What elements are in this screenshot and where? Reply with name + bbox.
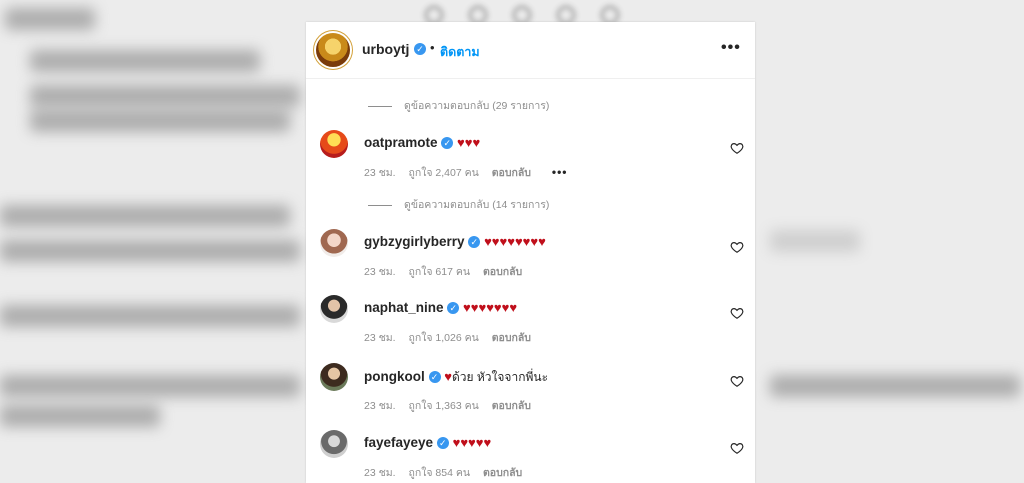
comment-item: oatpramote ✓ ♥♥♥ 23 ชม. ถูกใจ 2,407 คน ต… [306, 130, 755, 190]
verified-badge-icon: ✓ [414, 43, 426, 55]
comment-likes[interactable]: ถูกใจ 854 คน [408, 467, 470, 479]
blurred-text [30, 110, 290, 132]
comment-item: naphat_nine ✓ ♥♥♥♥♥♥♥ 23 ชม. ถูกใจ 1,026… [306, 295, 755, 355]
commenter-avatar[interactable] [320, 430, 348, 458]
author-avatar[interactable] [316, 33, 350, 67]
comment-likes[interactable]: ถูกใจ 1,026 คน [408, 332, 478, 344]
comment-likes[interactable]: ถูกใจ 617 คน [408, 266, 470, 278]
blurred-text [0, 205, 290, 227]
reply-button[interactable]: ตอบกลับ [483, 266, 522, 278]
comments-panel: urboytj ✓ • ติดตาม ••• ดูข้อความตอบกลับ … [306, 22, 755, 483]
commenter-username[interactable]: oatpramote [364, 135, 438, 150]
like-heart-icon[interactable] [730, 441, 744, 455]
comment-time: 23 ชม. [364, 400, 396, 412]
comment-hearts: ♥♥♥♥♥♥♥ [463, 300, 518, 315]
comment-text: ด้วย หัวใจจากพี่นะ [452, 370, 549, 384]
like-heart-icon[interactable] [730, 141, 744, 155]
blurred-text [770, 230, 860, 252]
commenter-avatar[interactable] [320, 229, 348, 257]
like-heart-icon[interactable] [730, 240, 744, 254]
comment-time: 23 ชม. [364, 266, 396, 278]
divider-line [368, 105, 392, 107]
commenter-avatar[interactable] [320, 295, 348, 323]
author-username[interactable]: urboytj [362, 41, 409, 57]
comment-time: 23 ชม. [364, 167, 396, 179]
comment-item: fayefayeye ✓ ♥♥♥♥♥ 23 ชม. ถูกใจ 854 คน ต… [306, 430, 755, 483]
reply-button[interactable]: ตอบกลับ [483, 467, 522, 479]
view-replies-button[interactable]: ดูข้อความตอบกลับ (29 รายการ) [368, 97, 549, 114]
comment-item: gybzygirlyberry ✓ ♥♥♥♥♥♥♥♥ 23 ชม. ถูกใจ … [306, 229, 755, 289]
commenter-username[interactable]: gybzygirlyberry [364, 234, 465, 249]
like-heart-icon[interactable] [730, 306, 744, 320]
comment-hearts: ♥♥♥♥♥ [452, 435, 492, 450]
comment-time: 23 ชม. [364, 332, 396, 344]
blurred-text [5, 8, 95, 30]
blurred-text [30, 50, 260, 72]
like-heart-icon[interactable] [730, 374, 744, 388]
blurred-text [0, 240, 300, 262]
comment-item: pongkool ✓ ♥ด้วย หัวใจจากพี่นะ 23 ชม. ถู… [306, 363, 755, 423]
blurred-text [0, 375, 300, 397]
comment-more-icon[interactable]: ••• [552, 165, 568, 179]
verified-badge-icon: ✓ [436, 437, 449, 450]
divider-line [368, 204, 392, 206]
comment-hearts: ♥ [444, 369, 452, 384]
separator-dot: • [430, 40, 435, 55]
blurred-toolbar-icons [425, 6, 665, 24]
verified-badge-icon: ✓ [428, 371, 441, 384]
reply-button[interactable]: ตอบกลับ [492, 167, 531, 179]
commenter-username[interactable]: fayefayeye [364, 435, 433, 450]
reply-button[interactable]: ตอบกลับ [492, 332, 531, 344]
blurred-text [0, 405, 160, 427]
comment-likes[interactable]: ถูกใจ 2,407 คน [408, 167, 478, 179]
follow-button[interactable]: ติดตาม [440, 42, 480, 62]
comment-hearts: ♥♥♥ [457, 135, 481, 150]
commenter-avatar[interactable] [320, 130, 348, 158]
blurred-text [30, 85, 300, 107]
view-replies-button[interactable]: ดูข้อความตอบกลับ (14 รายการ) [368, 196, 549, 213]
verified-badge-icon: ✓ [447, 302, 460, 315]
comment-time: 23 ชม. [364, 467, 396, 479]
verified-badge-icon: ✓ [441, 137, 454, 150]
blurred-text [0, 305, 300, 327]
blurred-text [770, 375, 1020, 397]
post-header: urboytj ✓ • ติดตาม ••• [306, 22, 755, 79]
comment-likes[interactable]: ถูกใจ 1,363 คน [408, 400, 478, 412]
reply-button[interactable]: ตอบกลับ [492, 400, 531, 412]
commenter-username[interactable]: pongkool [364, 369, 425, 384]
verified-badge-icon: ✓ [468, 236, 481, 249]
more-options-icon[interactable]: ••• [721, 39, 741, 57]
commenter-username[interactable]: naphat_nine [364, 300, 444, 315]
commenter-avatar[interactable] [320, 363, 348, 391]
comment-hearts: ♥♥♥♥♥♥♥♥ [484, 234, 546, 249]
